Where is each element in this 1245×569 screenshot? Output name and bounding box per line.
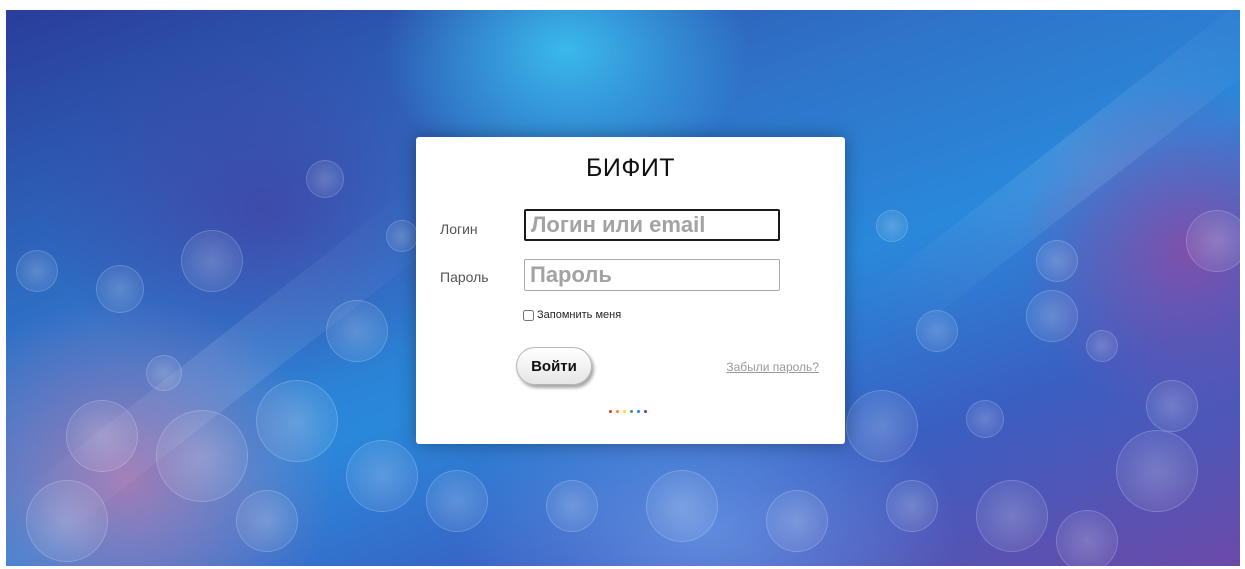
loader-dot [616,410,619,413]
forgot-password-link[interactable]: Забыли пароль? [726,360,819,374]
background-bokeh [236,490,298,552]
background-bokeh [876,210,908,242]
loader-dot [644,410,647,413]
background-bokeh [96,265,144,313]
login-card: БИФИТ Логин Пароль Запомнить меня Войти … [416,137,845,444]
remember-me-label: Запомнить меня [537,309,622,321]
background-bokeh [306,160,344,198]
loader-dot [630,410,633,413]
background-bokeh [646,470,718,542]
background-bokeh [426,470,488,532]
background-bokeh [886,480,938,532]
background-bokeh [846,390,918,462]
background-bokeh [346,440,418,512]
loading-indicator [609,410,647,413]
background-bokeh [256,380,338,462]
background-bokeh [916,310,958,352]
background-bokeh [966,400,1004,438]
login-button[interactable]: Войти [516,347,592,385]
background-bokeh [1056,510,1118,566]
background-bokeh [1146,380,1198,432]
background-bokeh [16,250,58,292]
background-bokeh [766,490,828,552]
remember-me[interactable]: Запомнить меня [523,309,621,321]
background-bokeh [386,220,418,252]
remember-me-checkbox[interactable] [523,309,534,321]
background-bokeh [66,400,138,472]
background-bokeh [546,480,598,532]
background-bokeh [146,355,182,391]
background-bokeh [1026,290,1078,342]
brand-title: БИФИТ [585,154,676,182]
password-input[interactable] [524,259,780,291]
page-background: БИФИТ Логин Пароль Запомнить меня Войти … [6,10,1240,566]
background-bokeh [326,300,388,362]
background-bokeh [1036,240,1078,282]
loader-dot [609,410,612,413]
login-input[interactable] [524,209,780,241]
background-bokeh [1186,210,1240,272]
background-bokeh [976,480,1048,552]
password-label: Пароль [440,269,489,285]
login-label: Логин [440,221,478,237]
loader-dot [637,410,640,413]
loader-dot [623,410,626,413]
background-bokeh [1086,330,1118,362]
background-bokeh [156,410,248,502]
background-bokeh [181,230,243,292]
background-bokeh [26,480,108,562]
background-bokeh [1116,430,1198,512]
